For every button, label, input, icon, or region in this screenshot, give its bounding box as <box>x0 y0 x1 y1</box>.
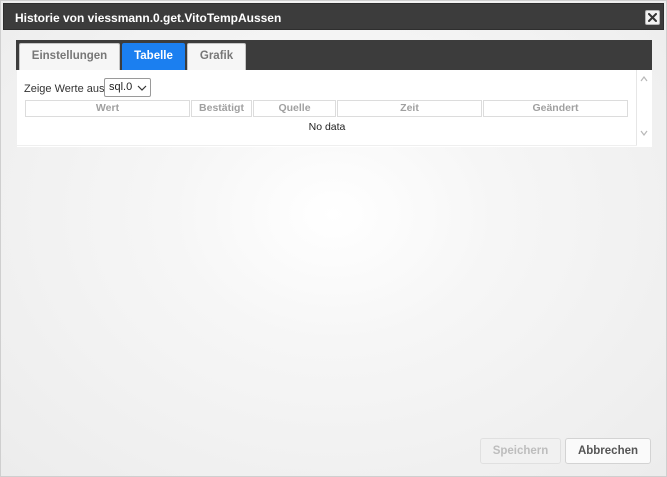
scroll-down-icon[interactable] <box>639 128 649 138</box>
close-button[interactable] <box>645 10 660 25</box>
scroll-up-icon[interactable] <box>639 74 649 84</box>
column-header-bestaetigt[interactable]: Bestätigt <box>191 100 252 117</box>
tab-tabelle[interactable]: Tabelle <box>122 43 185 70</box>
column-header-geaendert[interactable]: Geändert <box>483 100 628 117</box>
history-dialog: Historie von viessmann.0.get.VitoTempAus… <box>0 0 667 477</box>
instance-select-value: sql.0 <box>109 81 133 93</box>
tab-grafik[interactable]: Grafik <box>187 43 246 70</box>
chevron-down-icon <box>137 85 147 91</box>
empty-table-message: No data <box>308 121 346 133</box>
tab-einstellungen[interactable]: Einstellungen <box>19 43 120 70</box>
table-panel: Zeige Werte aus sql.0 Wert Bestätigt Que… <box>17 70 652 147</box>
dialog-titlebar[interactable]: Historie von viessmann.0.get.VitoTempAus… <box>3 3 664 30</box>
column-header-zeit[interactable]: Zeit <box>337 100 482 117</box>
save-button[interactable]: Speichern <box>480 438 561 464</box>
show-values-label: Zeige Werte aus <box>24 83 105 95</box>
column-header-quelle[interactable]: Quelle <box>253 100 336 117</box>
scrollbar-track[interactable] <box>636 70 637 146</box>
panel-divider <box>17 145 637 146</box>
dialog-title: Historie von viessmann.0.get.VitoTempAus… <box>15 11 282 25</box>
close-icon <box>648 13 657 22</box>
tab-bar: Einstellungen Tabelle Grafik <box>16 40 652 70</box>
cancel-button[interactable]: Abbrechen <box>565 438 651 464</box>
instance-select[interactable]: sql.0 <box>104 78 151 97</box>
table-header: Wert Bestätigt Quelle Zeit Geändert <box>17 100 637 117</box>
column-header-wert[interactable]: Wert <box>25 100 190 117</box>
